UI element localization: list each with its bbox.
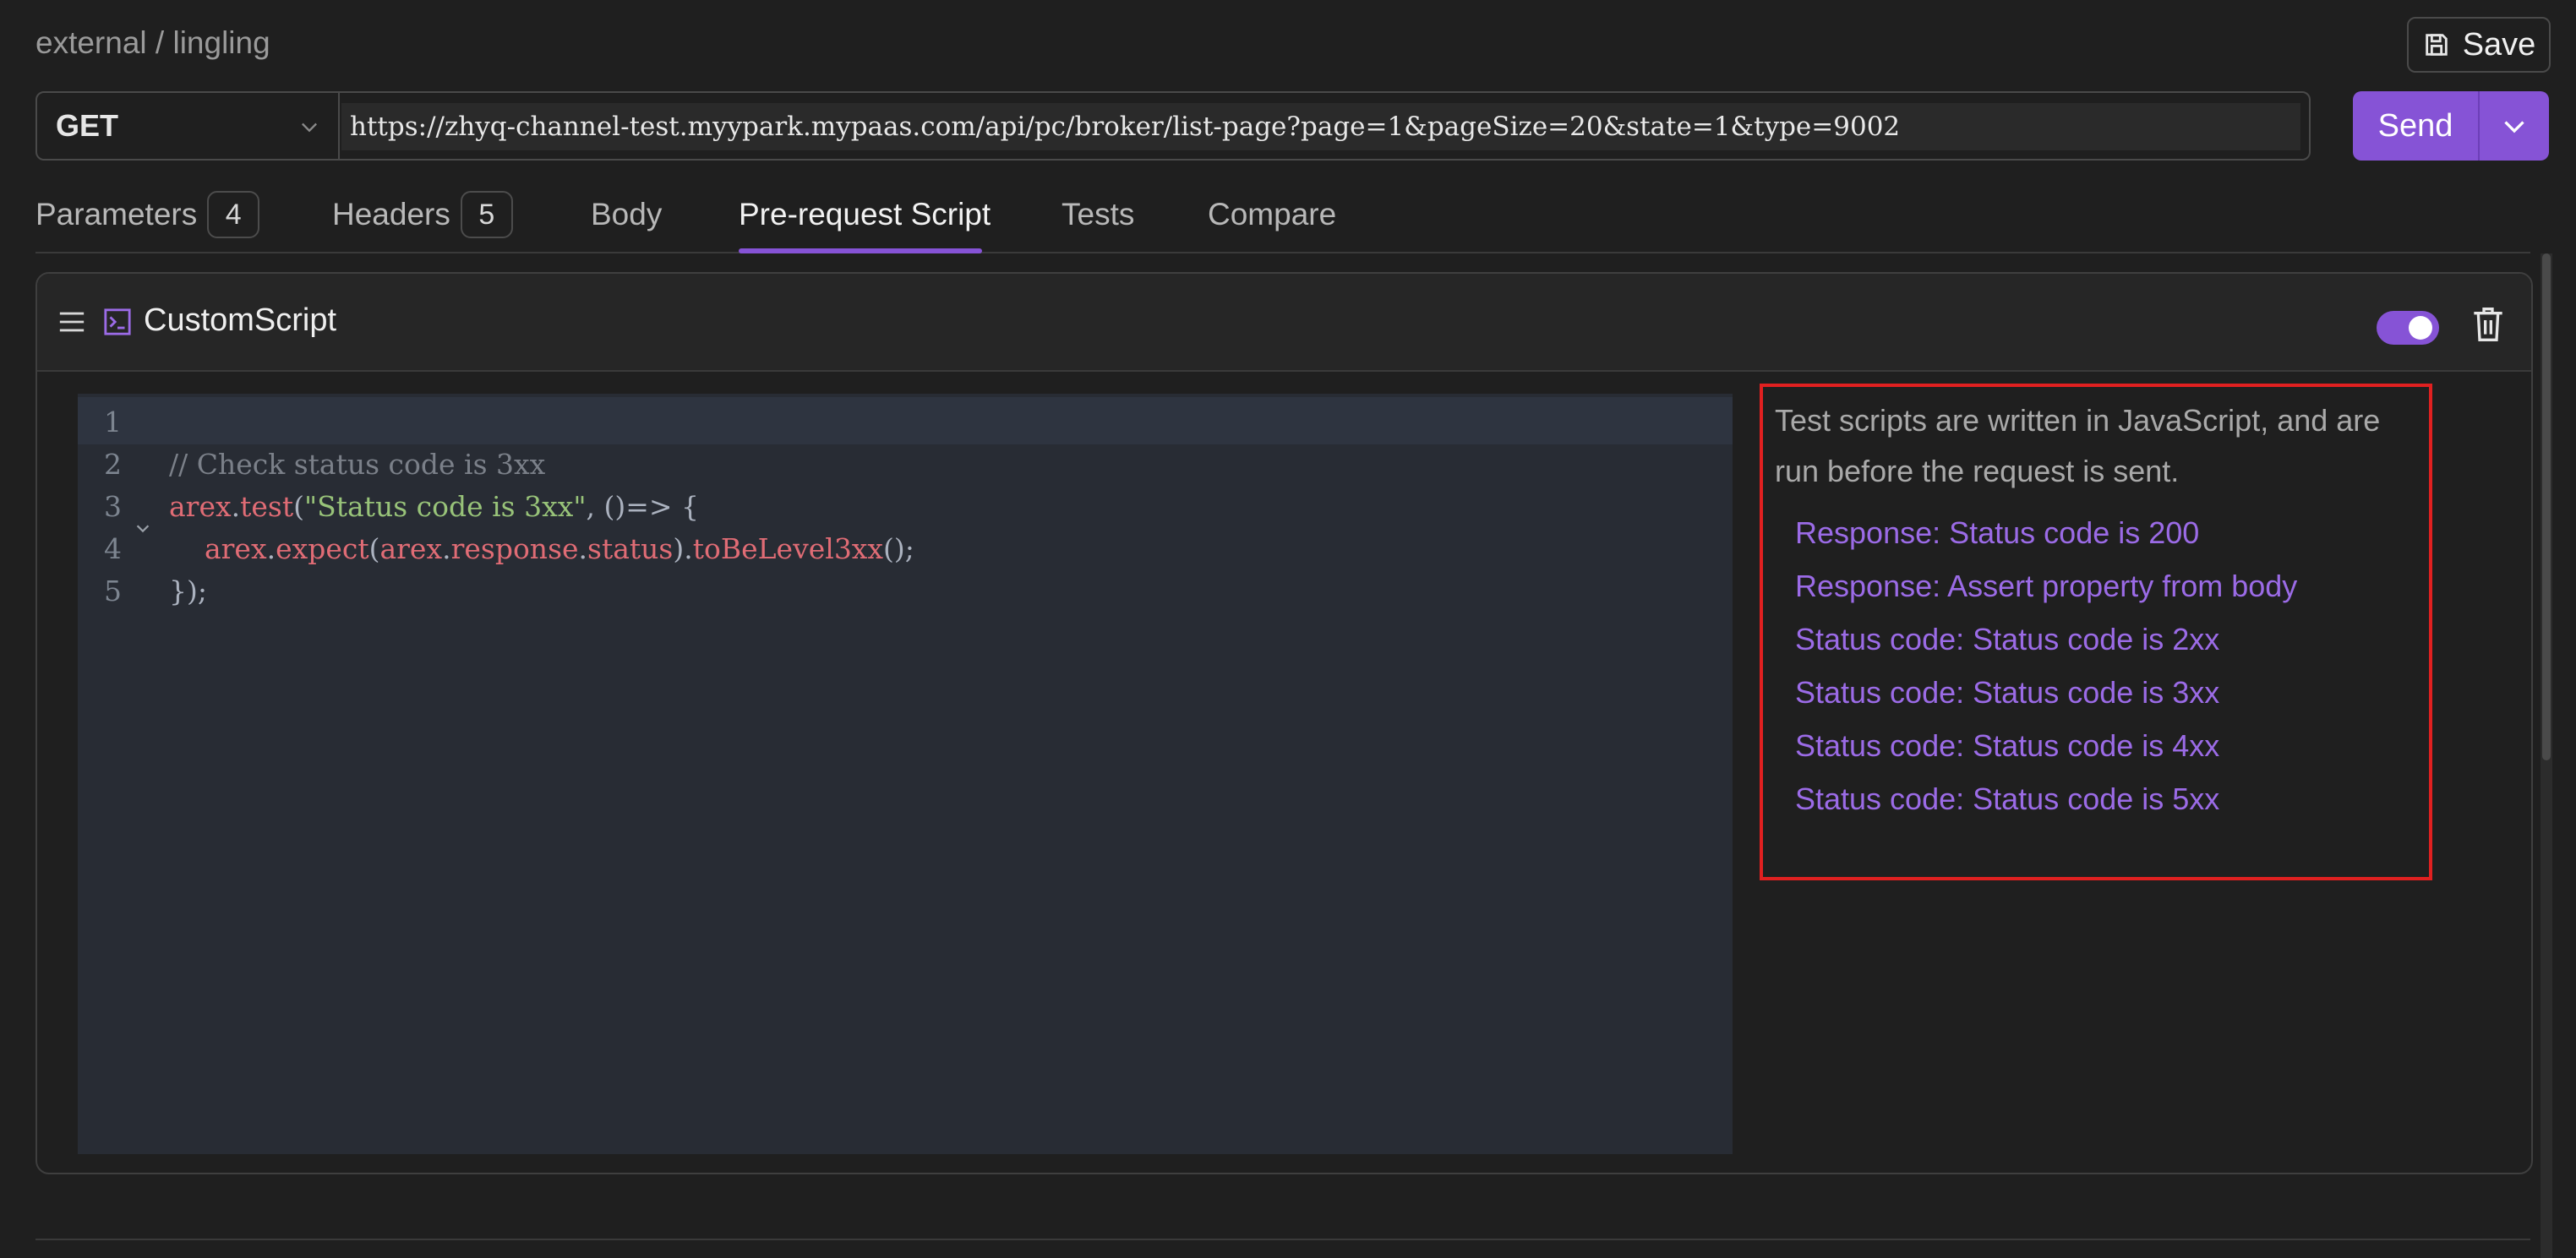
chevron-down-icon: [302, 123, 317, 133]
tab-label: Tests: [1062, 197, 1135, 231]
snippet-link[interactable]: Response: Status code is 200: [1795, 515, 2199, 551]
snippet-description: Test scripts are written in JavaScript, …: [1775, 403, 2381, 488]
url-input[interactable]: https://zhyq-channel-test.myypark.mypaas…: [341, 103, 2300, 150]
script-enabled-toggle[interactable]: [2377, 311, 2439, 345]
code-token: toBeLevel3xx: [692, 532, 884, 565]
tab-parameters[interactable]: Parameters 4: [35, 177, 260, 252]
tab-pre-request-script[interactable]: Pre-request Script: [739, 177, 991, 252]
script-card-header: CustomScript: [37, 274, 2531, 372]
count-badge: 4: [207, 191, 260, 238]
code-line-4: arex.expect(arex.response.status).toBeLe…: [169, 532, 914, 565]
active-line-highlight: [78, 397, 1733, 444]
code-token: .: [442, 532, 451, 565]
code-editor[interactable]: 1 2 3 4 5 // Check status code is 3xx ar…: [78, 394, 1733, 1154]
snippet-panel: Test scripts are written in JavaScript, …: [1760, 384, 2432, 880]
drag-handle-icon[interactable]: [57, 309, 86, 335]
send-button-group: Send: [2353, 91, 2549, 161]
code-token: .: [266, 532, 276, 565]
line-number: 2: [104, 448, 122, 481]
code-token: (: [293, 490, 304, 523]
code-token: response: [450, 532, 579, 565]
fold-chevron-icon[interactable]: [134, 519, 152, 537]
code-line-3: arex.test("Status code is 3xx", ()=> {: [169, 490, 699, 523]
tab-label: Pre-request Script: [739, 197, 991, 231]
tab-label: Headers: [332, 197, 450, 231]
send-button[interactable]: Send: [2353, 91, 2480, 161]
code-token: ();: [883, 532, 914, 565]
save-label: Save: [2462, 26, 2536, 63]
tab-label: Compare: [1208, 197, 1337, 231]
snippet-link[interactable]: Status code: Status code is 5xx: [1795, 781, 2219, 817]
send-options-button[interactable]: [2480, 91, 2549, 161]
code-token: "Status code is 3xx": [303, 490, 587, 523]
tab-compare[interactable]: Compare: [1208, 177, 1336, 252]
tab-tests[interactable]: Tests: [1062, 177, 1134, 252]
scrollbar-thumb[interactable]: [2542, 253, 2551, 760]
line-number: 4: [104, 532, 122, 565]
code-token: expect: [276, 532, 369, 565]
divider: [35, 1239, 2530, 1240]
tab-headers[interactable]: Headers 5: [332, 177, 513, 252]
method-value: GET: [56, 108, 119, 143]
request-tabs: Parameters 4 Headers 5 Body Pre-request …: [35, 177, 2530, 253]
line-number: 5: [104, 575, 122, 607]
count-badge: 5: [460, 191, 513, 238]
code-token: arex: [169, 490, 232, 523]
code-token: ).: [673, 532, 693, 565]
code-token: status: [587, 532, 674, 565]
active-tab-indicator: [739, 248, 982, 253]
code-token: (: [368, 532, 380, 565]
code-token: .: [578, 532, 588, 565]
tab-label: Body: [591, 197, 663, 231]
breadcrumb: external / lingling: [35, 25, 270, 60]
terminal-icon: [104, 308, 131, 335]
script-title: CustomScript: [144, 302, 337, 338]
chevron-down-icon: [2504, 121, 2524, 133]
snippet-link[interactable]: Status code: Status code is 2xx: [1795, 622, 2219, 657]
snippet-link[interactable]: Status code: Status code is 3xx: [1795, 675, 2219, 711]
code-token: arex: [204, 532, 267, 565]
script-card: CustomScript 1 2 3 4 5 // Check status c…: [35, 272, 2533, 1174]
tab-label: Parameters: [35, 197, 198, 231]
code-line-5: });: [169, 575, 207, 607]
request-bar: GET https://zhyq-channel-test.myypark.my…: [35, 91, 2311, 161]
code-line-2: // Check status code is 3xx: [169, 448, 546, 481]
snippet-link[interactable]: Status code: Status code is 4xx: [1795, 728, 2219, 764]
toggle-knob: [2409, 316, 2432, 340]
method-select[interactable]: GET: [37, 93, 340, 159]
line-number: 3: [104, 490, 122, 523]
code-token: .: [231, 490, 241, 523]
save-button[interactable]: Save: [2407, 17, 2551, 73]
code-token: test: [240, 490, 294, 523]
code-token: , ()=> {: [586, 490, 700, 523]
code-token: arex: [379, 532, 443, 565]
snippet-link[interactable]: Response: Assert property from body: [1795, 569, 2297, 604]
tab-body[interactable]: Body: [591, 177, 662, 252]
save-icon: [2425, 34, 2448, 56]
trash-icon[interactable]: [2471, 306, 2505, 343]
line-number: 1: [104, 406, 122, 438]
